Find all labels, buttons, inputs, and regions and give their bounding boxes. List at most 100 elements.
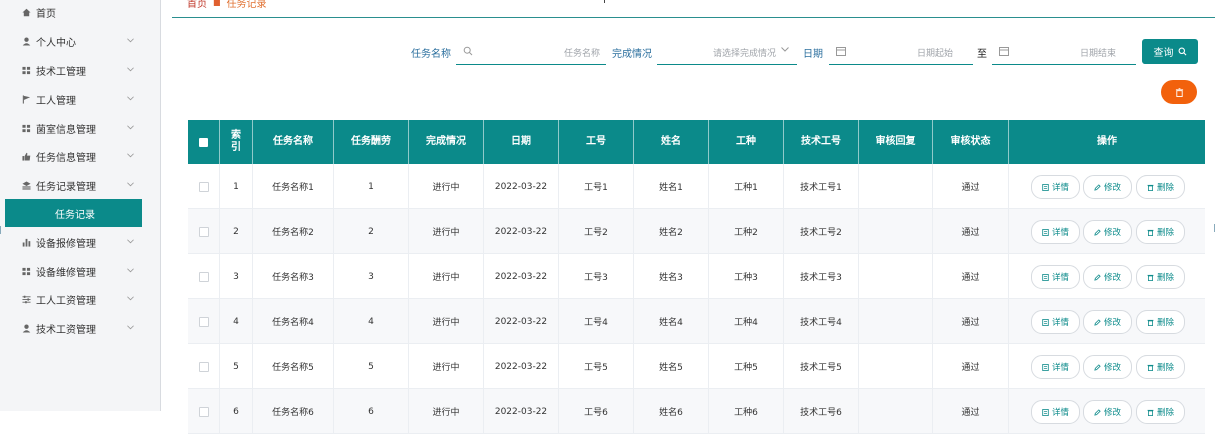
cell-reward: 2 — [334, 209, 409, 254]
sidebar-item[interactable]: 技术工资管理 — [0, 317, 160, 339]
calendar-icon — [999, 47, 1009, 56]
delete-button[interactable]: 删除 — [1136, 355, 1185, 379]
grid-icon — [21, 266, 31, 276]
delete-button-label: 删除 — [1156, 363, 1174, 373]
column-header-label: 日期 — [511, 136, 531, 147]
edit-button-label: 修改 — [1103, 363, 1121, 373]
column-header-label: 任务酬劳 — [351, 136, 391, 147]
document-icon — [1042, 273, 1049, 281]
cell-job: 工种2 — [709, 209, 784, 254]
delete-button[interactable]: 删除 — [1136, 220, 1185, 244]
sidebar-item[interactable]: 首页 — [0, 1, 160, 23]
edit-button-label: 修改 — [1103, 228, 1121, 238]
cell-tech-no: 技术工号5 — [784, 344, 859, 389]
detail-button[interactable]: 详情 — [1031, 265, 1080, 289]
document-icon — [1042, 408, 1049, 416]
sidebar-item[interactable]: 设备报修管理 — [0, 231, 160, 253]
sidebar-item[interactable]: 工人工资管理 — [0, 288, 160, 310]
status-select[interactable]: 请选择完成情况 — [657, 38, 797, 65]
sliders-icon — [21, 294, 31, 304]
delete-button[interactable]: 删除 — [1136, 265, 1185, 289]
column-header-task-name: 任务名称 — [253, 120, 334, 164]
cell-status: 进行中 — [409, 299, 484, 344]
detail-button-label: 详情 — [1051, 183, 1069, 193]
sidebar-item[interactable]: 设备维修管理 — [0, 260, 160, 282]
sidebar-subitem-active[interactable]: 任务记录 — [5, 199, 142, 227]
detail-button[interactable]: 详情 — [1031, 355, 1080, 379]
detail-button[interactable]: 详情 — [1031, 175, 1080, 199]
delete-button[interactable]: 删除 — [1136, 175, 1185, 199]
task-name-label: 任务名称 — [411, 49, 451, 60]
column-header-index: 索 引 — [220, 120, 253, 164]
sidebar-item[interactable]: 任务记录管理 — [0, 174, 160, 196]
edit-button[interactable]: 修改 — [1083, 355, 1132, 379]
edit-button[interactable]: 修改 — [1083, 265, 1132, 289]
delete-button-label: 删除 — [1156, 183, 1174, 193]
detail-button[interactable]: 详情 — [1031, 310, 1080, 334]
delete-button-label: 删除 — [1156, 408, 1174, 418]
cell-status: 进行中 — [409, 344, 484, 389]
sidebar-item[interactable]: 工人管理 — [0, 88, 160, 110]
detail-button[interactable]: 详情 — [1031, 220, 1080, 244]
header-divider — [172, 17, 1215, 18]
chevron-down-icon — [127, 124, 134, 132]
table-row: 2 任务名称2 2 进行中 2022-03-22 工号2 姓名2 工种2 技术工号2 通过 详情 修改… — [188, 209, 1205, 254]
row-checkbox[interactable] — [198, 406, 209, 417]
trash-icon — [1147, 229, 1154, 236]
pencil-icon — [1094, 363, 1101, 371]
sidebar-item-label: 技术工资管理 — [36, 324, 96, 336]
select-all-checkbox[interactable] — [199, 137, 208, 147]
search-button-label: 查询 — [1153, 48, 1174, 59]
sidebar-item[interactable]: 菌室信息管理 — [0, 117, 160, 139]
row-checkbox[interactable] — [198, 226, 209, 237]
cell-date: 2022-03-22 — [484, 164, 559, 209]
sidebar-item-label: 任务记录管理 — [36, 181, 96, 193]
cell-index: 1 — [220, 164, 253, 209]
cell-worker-no: 工号3 — [559, 254, 634, 299]
cell-reply — [859, 164, 933, 209]
breadcrumb-home[interactable]: 首页 — [187, 0, 207, 10]
row-checkbox[interactable] — [198, 361, 209, 372]
row-checkbox[interactable] — [198, 181, 209, 192]
task-name-input[interactable]: 任务名称 — [456, 38, 606, 65]
table-row: 5 任务名称5 5 进行中 2022-03-22 工号5 姓名5 工种5 技术工号5 通过 详情 修改… — [188, 344, 1205, 389]
date-label: 日期 — [803, 49, 823, 60]
sidebar-item[interactable]: 个人中心 — [0, 30, 160, 52]
pencil-icon — [1094, 408, 1101, 416]
delete-button[interactable]: 删除 — [1136, 400, 1185, 424]
edit-button[interactable]: 修改 — [1083, 175, 1132, 199]
row-checkbox[interactable] — [198, 271, 209, 282]
search-button[interactable]: 查询 — [1142, 39, 1198, 64]
status-placeholder: 请选择完成情况 — [713, 49, 777, 59]
cell-name: 任务名称2 — [253, 209, 334, 254]
cell-job: 工种5 — [709, 344, 784, 389]
row-select-cell — [188, 164, 220, 209]
sidebar-item[interactable]: 技术工管理 — [0, 59, 160, 81]
row-checkbox[interactable] — [198, 316, 209, 327]
search-icon — [463, 46, 473, 56]
cell-name: 任务名称4 — [253, 299, 334, 344]
cell-date: 2022-03-22 — [484, 299, 559, 344]
column-header-job-type: 工种 — [709, 120, 784, 164]
sidebar-item-label: 个人中心 — [36, 37, 76, 49]
column-header-worker-name: 姓名 — [634, 120, 709, 164]
column-header-select-all[interactable] — [188, 120, 220, 164]
edit-button[interactable]: 修改 — [1083, 310, 1132, 334]
table-header: 索 引 任务名称 任务酬劳 完成情况 日期 工号 姓名 工种 技术工号 审核回复 审核状态 操作 — [188, 120, 1205, 164]
table-row: 1 任务名称1 1 进行中 2022-03-22 工号1 姓名1 工种1 技术工号1 通过 详情 修改… — [188, 164, 1205, 209]
cell-job: 工种6 — [709, 389, 784, 434]
date-end-input[interactable]: 日期结束 — [992, 38, 1136, 65]
cell-reward: 4 — [334, 299, 409, 344]
edit-button[interactable]: 修改 — [1083, 400, 1132, 424]
delete-button[interactable]: 删除 — [1136, 310, 1185, 334]
detail-button[interactable]: 详情 — [1031, 400, 1080, 424]
breadcrumb-separator-icon: ■ — [213, 0, 221, 7]
date-start-input[interactable]: 日期起始 — [829, 38, 973, 65]
table-row: 4 任务名称4 4 进行中 2022-03-22 工号4 姓名4 工种4 技术工号4 通过 详情 修改… — [188, 299, 1205, 344]
batch-delete-button[interactable] — [1161, 80, 1197, 104]
cell-reply — [859, 344, 933, 389]
sidebar-item[interactable]: 任务信息管理 — [0, 145, 160, 167]
sidebar-item-label: 技术工管理 — [36, 66, 86, 78]
edit-button[interactable]: 修改 — [1083, 220, 1132, 244]
sidebar-item-label: 菌室信息管理 — [36, 124, 96, 136]
